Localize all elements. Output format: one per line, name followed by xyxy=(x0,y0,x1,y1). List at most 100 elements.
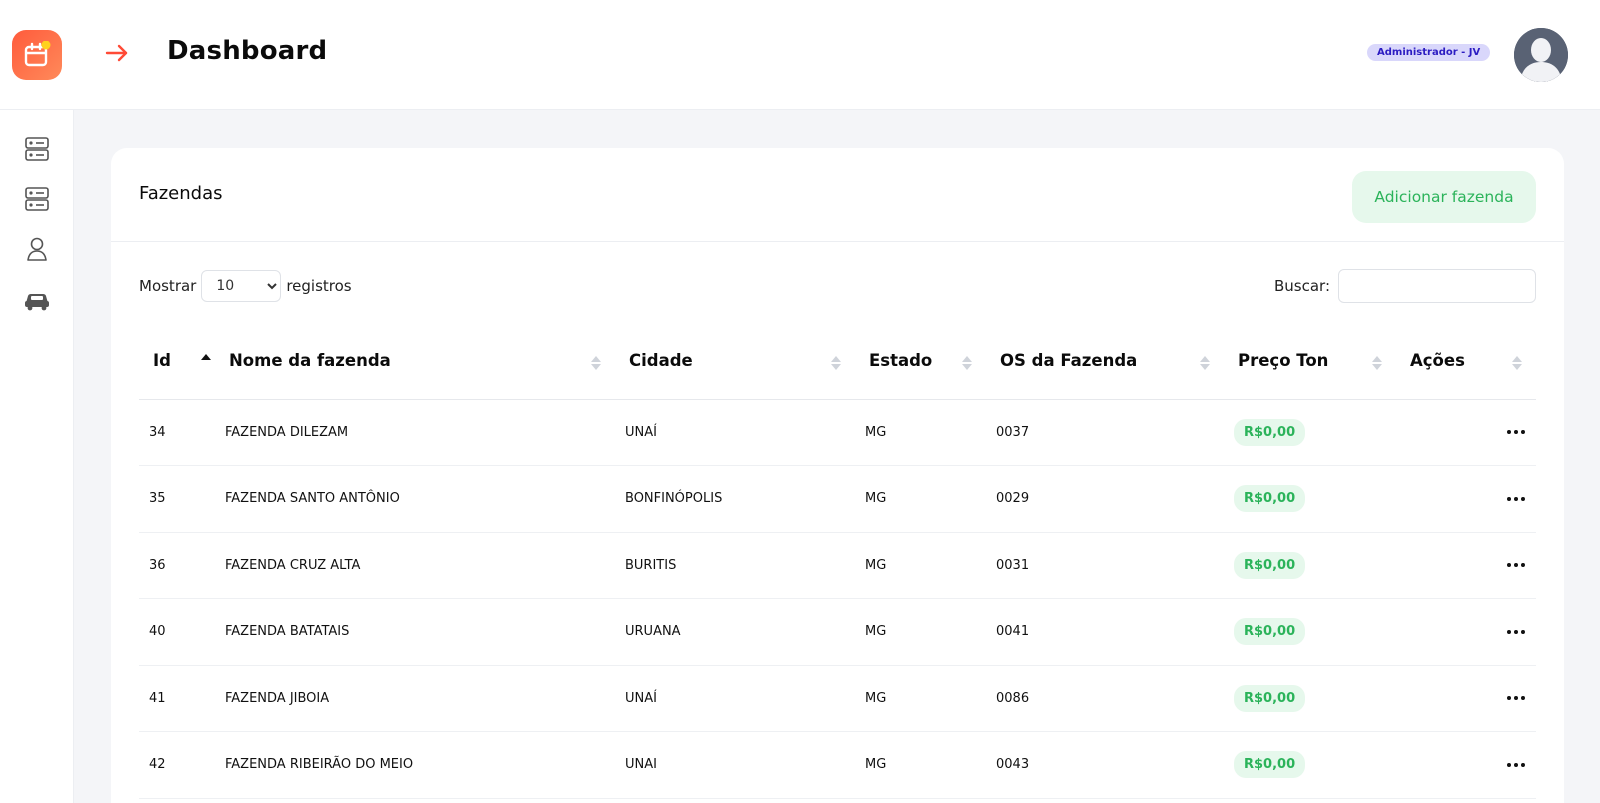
more-actions-icon[interactable] xyxy=(1506,560,1526,570)
farms-card: Fazendas Adicionar fazenda Mostrar 10 re… xyxy=(111,148,1564,803)
top-header: Dashboard Administrador - JV xyxy=(0,0,1600,110)
server-database-icon[interactable] xyxy=(22,134,52,164)
more-actions-icon[interactable] xyxy=(1506,760,1526,770)
add-farm-button[interactable]: Adicionar fazenda xyxy=(1352,171,1536,223)
app-logo[interactable] xyxy=(12,30,62,80)
sort-icon xyxy=(1372,356,1382,370)
cell-id: 34 xyxy=(139,399,215,466)
cell-city: BONFINÓPOLIS xyxy=(615,465,855,533)
price-badge: R$0,00 xyxy=(1234,485,1306,513)
cell-os: 0029 xyxy=(986,465,1224,533)
sort-icon xyxy=(591,356,601,370)
cell-id: 36 xyxy=(139,532,215,599)
cell-os: 0037 xyxy=(986,399,1224,466)
cell-actions xyxy=(1396,399,1536,466)
cell-name: FAZENDA JIBOIA xyxy=(215,665,615,732)
cell-os: 0041 xyxy=(986,598,1224,666)
avatar[interactable] xyxy=(1514,28,1568,82)
cell-city: UNAÍ xyxy=(615,665,855,732)
calendar-app-logo-icon xyxy=(24,41,51,67)
sort-icon xyxy=(1200,356,1210,370)
cell-os: 0043 xyxy=(986,731,1224,799)
column-header-id[interactable]: Id xyxy=(139,323,215,400)
cell-name: FAZENDA RIBEIRÃO DO MEIO xyxy=(215,731,615,799)
price-badge: R$0,00 xyxy=(1234,618,1306,646)
show-label: Mostrar xyxy=(139,277,197,295)
more-actions-icon[interactable] xyxy=(1506,427,1526,437)
sort-icon xyxy=(1512,356,1522,370)
cell-actions xyxy=(1396,532,1536,599)
cell-city: UNAÍ xyxy=(615,399,855,466)
cell-name: FAZENDA CRUZ ALTA xyxy=(215,532,615,599)
cell-price: R$0,00 xyxy=(1224,665,1396,732)
cell-price: R$0,00 xyxy=(1224,465,1396,533)
search-label: Buscar: xyxy=(1273,277,1330,295)
page-length-control: Mostrar 10 registros xyxy=(139,269,352,303)
cell-price: R$0,00 xyxy=(1224,532,1396,599)
cell-price: R$0,00 xyxy=(1224,598,1396,666)
cell-actions xyxy=(1396,465,1536,533)
cell-price: R$0,00 xyxy=(1224,399,1396,466)
cell-state: MG xyxy=(855,731,986,799)
table-row: 42 FAZENDA RIBEIRÃO DO MEIO UNAI MG 0043… xyxy=(139,731,1536,799)
car-icon[interactable] xyxy=(22,284,52,314)
price-badge: R$0,00 xyxy=(1234,751,1306,779)
cell-price: R$0,00 xyxy=(1224,731,1396,799)
cell-state: MG xyxy=(855,665,986,732)
column-header-state[interactable]: Estado xyxy=(855,323,986,400)
table-row: 40 FAZENDA BATATAIS URUANA MG 0041 R$0,0… xyxy=(139,598,1536,666)
more-actions-icon[interactable] xyxy=(1506,627,1526,637)
cell-os: 0031 xyxy=(986,532,1224,599)
table-row: 35 FAZENDA SANTO ANTÔNIO BONFINÓPOLIS MG… xyxy=(139,465,1536,533)
table-row: 34 FAZENDA DILEZAM UNAÍ MG 0037 R$0,00 xyxy=(139,399,1536,466)
cell-id: 41 xyxy=(139,665,215,732)
cell-city: URUANA xyxy=(615,598,855,666)
server-database-icon[interactable] xyxy=(22,184,52,214)
column-header-os[interactable]: OS da Fazenda xyxy=(986,323,1224,400)
user-icon[interactable] xyxy=(22,234,52,264)
user-silhouette-icon xyxy=(1514,28,1568,82)
cell-state: MG xyxy=(855,532,986,599)
cell-state: MG xyxy=(855,598,986,666)
table-header-row: Id Nome da fazenda Cidade Estado OS da F… xyxy=(139,323,1536,400)
price-badge: R$0,00 xyxy=(1234,684,1306,712)
column-header-city[interactable]: Cidade xyxy=(615,323,855,400)
column-header-name[interactable]: Nome da fazenda xyxy=(215,323,615,400)
page-length-select[interactable]: 10 xyxy=(201,270,282,302)
search-input[interactable] xyxy=(1338,269,1536,303)
cell-actions xyxy=(1396,665,1536,732)
cell-state: MG xyxy=(855,399,986,466)
card-title: Fazendas xyxy=(139,183,223,204)
price-badge: R$0,00 xyxy=(1234,551,1306,579)
cell-id: 35 xyxy=(139,465,215,533)
sidebar xyxy=(0,110,74,803)
farms-table: Id Nome da fazenda Cidade Estado OS da F… xyxy=(139,323,1536,799)
price-badge: R$0,00 xyxy=(1234,418,1306,446)
cell-id: 40 xyxy=(139,598,215,666)
search-control: Buscar: xyxy=(1274,269,1536,303)
more-actions-icon[interactable] xyxy=(1506,693,1526,703)
table-row: 36 FAZENDA CRUZ ALTA BURITIS MG 0031 R$0… xyxy=(139,532,1536,599)
arrow-right-icon[interactable] xyxy=(104,40,130,66)
card-header: Fazendas Adicionar fazenda xyxy=(111,148,1564,242)
cell-state: MG xyxy=(855,465,986,533)
cell-city: BURITIS xyxy=(615,532,855,599)
role-badge: Administrador - JV xyxy=(1367,44,1491,61)
page-title: Dashboard xyxy=(167,36,328,66)
sort-icon xyxy=(831,356,841,370)
sort-icon xyxy=(962,356,972,370)
cell-city: UNAI xyxy=(615,731,855,799)
cell-name: FAZENDA SANTO ANTÔNIO xyxy=(215,465,615,533)
cell-actions xyxy=(1396,731,1536,799)
more-actions-icon[interactable] xyxy=(1506,494,1526,504)
column-header-actions[interactable]: Ações xyxy=(1396,323,1536,400)
cell-actions xyxy=(1396,598,1536,666)
table-row: 41 FAZENDA JIBOIA UNAÍ MG 0086 R$0,00 xyxy=(139,665,1536,732)
cell-os: 0086 xyxy=(986,665,1224,732)
cell-id: 42 xyxy=(139,731,215,799)
sort-asc-icon xyxy=(201,354,211,368)
cell-name: FAZENDA BATATAIS xyxy=(215,598,615,666)
records-label: registros xyxy=(286,277,352,295)
cell-name: FAZENDA DILEZAM xyxy=(215,399,615,466)
column-header-price[interactable]: Preço Ton xyxy=(1224,323,1396,400)
